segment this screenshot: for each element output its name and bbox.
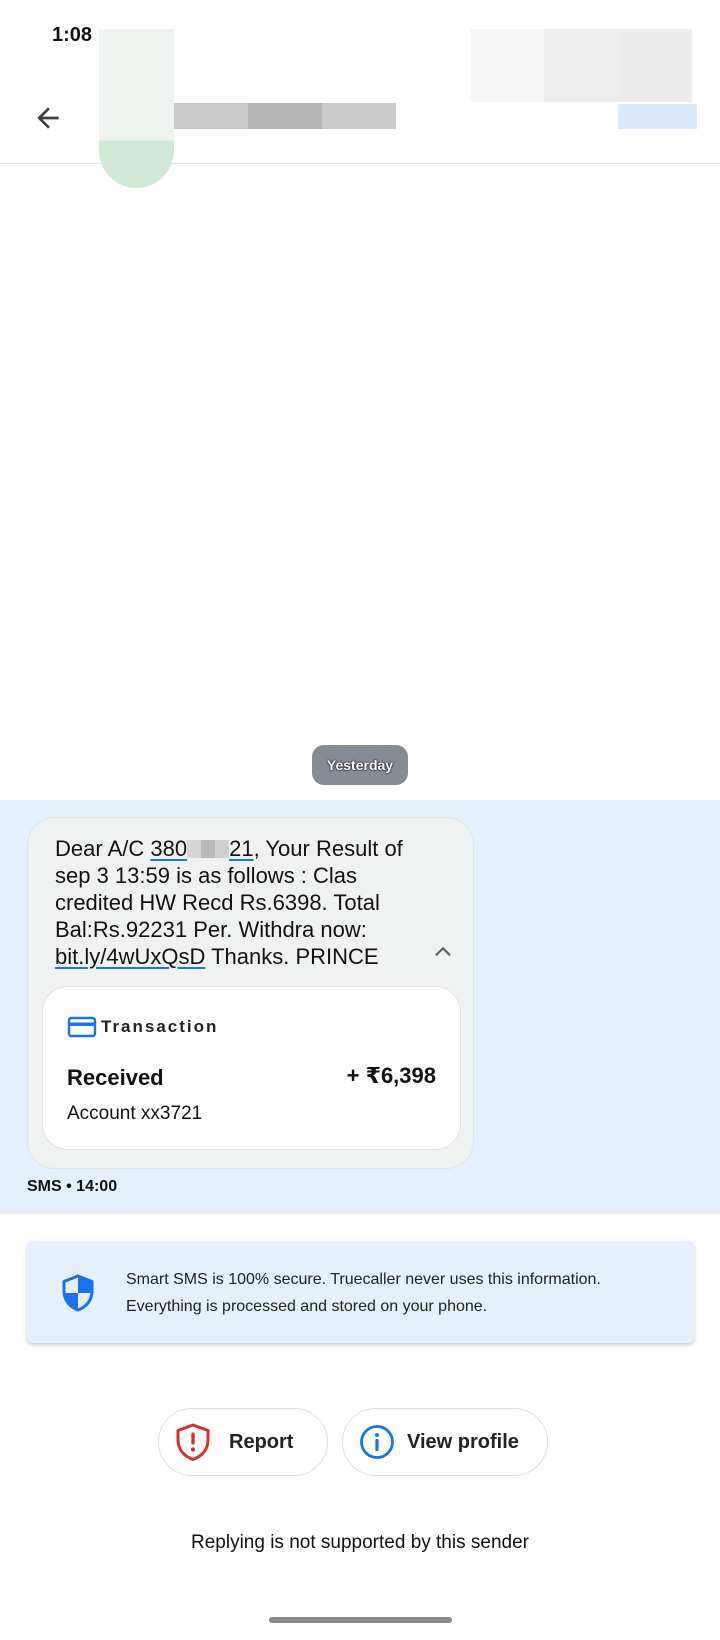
message-meta: SMS • 14:00 (27, 1178, 118, 1195)
account-number-start: 380 (150, 836, 188, 861)
collapse-button[interactable] (428, 936, 458, 966)
message-text: Dear A/C 380 21, Your Result of sep 3 13:… (55, 835, 425, 970)
reply-not-supported-note: Replying is not supported by this sender (191, 1532, 529, 1553)
view-profile-label: View profile (407, 1430, 519, 1453)
transaction-header-label: Transaction (101, 1017, 219, 1036)
report-button[interactable]: Report (158, 1408, 328, 1476)
date-chip: Yesterday (312, 745, 408, 785)
masked-digit (215, 840, 230, 858)
app-bar (0, 29, 720, 188)
contact-name-redacted (322, 103, 396, 129)
back-button[interactable] (26, 96, 70, 140)
home-gesture-bar[interactable] (269, 1617, 452, 1623)
message-bubble[interactable]: Dear A/C 380 21, Your Result of sep 3 13:… (27, 817, 474, 1169)
message-prefix: Dear A/C (55, 836, 151, 861)
info-icon (360, 1425, 394, 1459)
transaction-card[interactable]: Transaction Received + ₹6,398 Account xx… (42, 986, 461, 1150)
transaction-status: Received (67, 1065, 164, 1090)
shield-icon (62, 1274, 94, 1312)
view-profile-button[interactable]: View profile (342, 1408, 548, 1476)
secure-notice-text: Smart SMS is 100% secure. Truecaller nev… (126, 1271, 601, 1315)
message-link[interactable]: bit.ly/4wUxQsD (55, 944, 205, 969)
transaction-amount: + ₹6,398 (346, 1063, 436, 1088)
chevron-up-icon (435, 947, 451, 956)
account-number-link[interactable]: 380 21 (150, 836, 253, 861)
transaction-account: Account xx3721 (67, 1103, 203, 1124)
secure-notice: Smart SMS is 100% secure. Truecaller nev… (27, 1241, 694, 1343)
status-time: 1:08 (52, 24, 93, 46)
message-section: Dear A/C 380 21, Your Result of sep 3 13:… (0, 800, 720, 1214)
conversation-empty-space (0, 164, 720, 800)
transaction-header: Transaction (67, 1015, 218, 1039)
contact-name-redacted (174, 103, 248, 129)
credit-card-icon (67, 1016, 97, 1038)
shield-alert-icon (176, 1423, 210, 1461)
contact-name-redacted (248, 103, 322, 129)
arrow-left-icon (37, 107, 59, 129)
message-suffix: Thanks. PRINCE (205, 944, 379, 969)
masked-digit (201, 840, 216, 858)
masked-digit (187, 840, 202, 858)
account-number-end: 21 (229, 836, 254, 861)
app-bar-action-redacted[interactable] (618, 104, 697, 129)
report-label: Report (229, 1430, 294, 1453)
